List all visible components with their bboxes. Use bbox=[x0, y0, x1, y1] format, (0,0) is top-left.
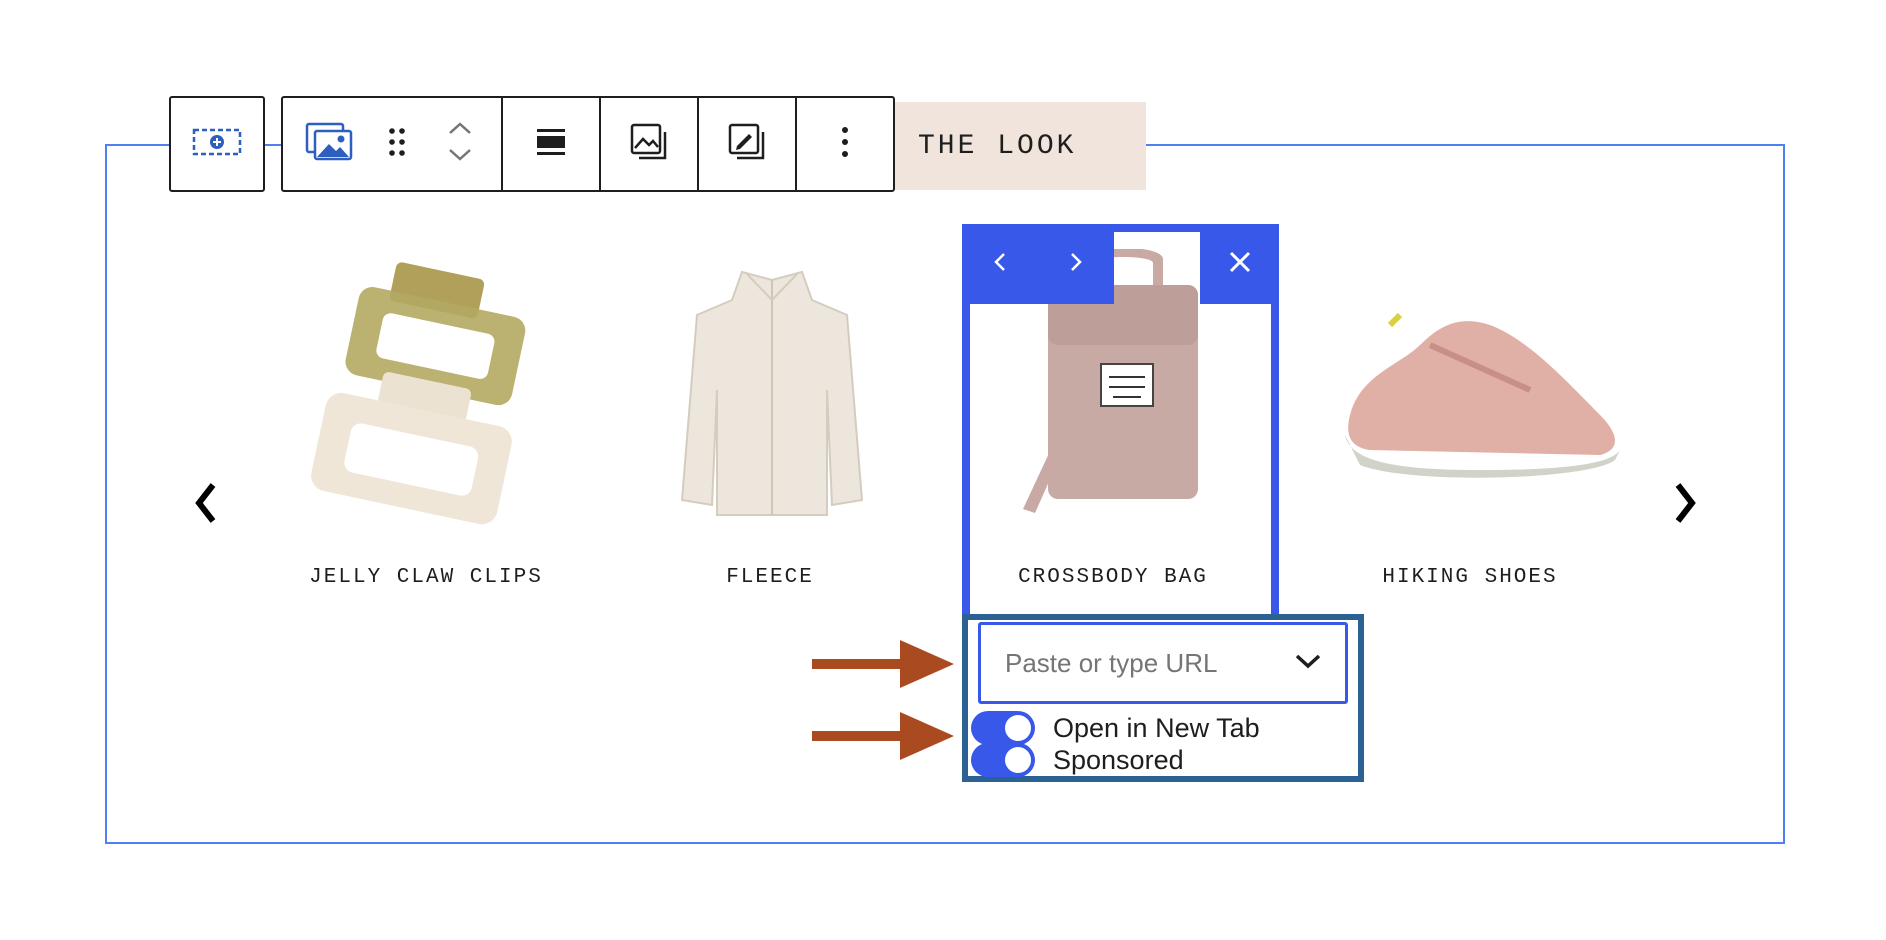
chevron-down-icon bbox=[1294, 652, 1322, 675]
chevron-right-icon bbox=[1670, 481, 1700, 530]
block-heading: THE LOOK bbox=[888, 102, 1146, 190]
block-type-button[interactable] bbox=[284, 98, 374, 190]
move-item-right-button[interactable] bbox=[1038, 224, 1114, 304]
gallery-icon bbox=[305, 122, 353, 167]
edit-media-icon bbox=[727, 122, 767, 167]
item-move-controls bbox=[962, 224, 1114, 304]
fleece-image bbox=[680, 270, 864, 516]
carousel-next-button[interactable] bbox=[1655, 470, 1715, 540]
annotation-arrow-toggles bbox=[812, 708, 957, 769]
sponsored-row: Sponsored bbox=[971, 743, 1184, 777]
toolbar-group-block bbox=[283, 98, 503, 190]
align-icon bbox=[535, 127, 567, 162]
product-image[interactable] bbox=[280, 255, 570, 535]
sponsored-label: Sponsored bbox=[1053, 744, 1184, 775]
product-image[interactable] bbox=[1320, 255, 1640, 535]
chevron-down-icon[interactable] bbox=[447, 147, 473, 168]
url-suggestions-toggle[interactable] bbox=[1278, 630, 1338, 696]
replace-media-button[interactable] bbox=[601, 98, 699, 190]
align-button[interactable] bbox=[503, 98, 601, 190]
open-in-new-tab-label: Open in New Tab bbox=[1053, 712, 1260, 743]
product-label: JELLY CLAW CLIPS bbox=[309, 566, 543, 589]
move-controls bbox=[420, 98, 500, 190]
more-options-button[interactable] bbox=[797, 98, 893, 190]
block-toolbar bbox=[281, 96, 895, 192]
product-label: HIKING SHOES bbox=[1382, 566, 1558, 589]
toggle-knob bbox=[1005, 715, 1031, 741]
move-item-left-button[interactable] bbox=[962, 224, 1038, 304]
add-block-icon bbox=[192, 127, 242, 162]
product-image[interactable] bbox=[627, 255, 917, 535]
open-in-new-tab-row: Open in New Tab bbox=[971, 711, 1260, 745]
chevron-right-icon bbox=[1069, 252, 1083, 277]
close-icon bbox=[1228, 250, 1252, 279]
remove-item-button[interactable] bbox=[1200, 224, 1279, 304]
open-in-new-tab-toggle[interactable] bbox=[971, 711, 1035, 745]
sponsored-toggle[interactable] bbox=[971, 743, 1035, 777]
arrow-right-icon bbox=[812, 640, 954, 688]
carousel-prev-button[interactable] bbox=[176, 470, 236, 540]
product-label: FLEECE bbox=[726, 566, 814, 589]
chevron-left-icon bbox=[191, 481, 221, 530]
chevron-left-icon bbox=[993, 252, 1007, 277]
toggle-knob bbox=[1005, 747, 1031, 773]
add-block-button[interactable] bbox=[169, 96, 265, 192]
arrow-right-icon bbox=[812, 712, 954, 760]
hiking-shoes-image bbox=[1345, 312, 1620, 478]
chevron-up-icon[interactable] bbox=[447, 120, 473, 141]
edit-media-button[interactable] bbox=[699, 98, 797, 190]
more-options-icon bbox=[840, 125, 850, 164]
drag-handle-icon bbox=[387, 126, 407, 163]
drag-handle[interactable] bbox=[374, 98, 420, 190]
claw-clip-image bbox=[311, 262, 526, 525]
annotation-arrow-url bbox=[812, 636, 957, 697]
media-icon bbox=[629, 122, 669, 167]
block-heading-text: THE LOOK bbox=[918, 130, 1077, 162]
